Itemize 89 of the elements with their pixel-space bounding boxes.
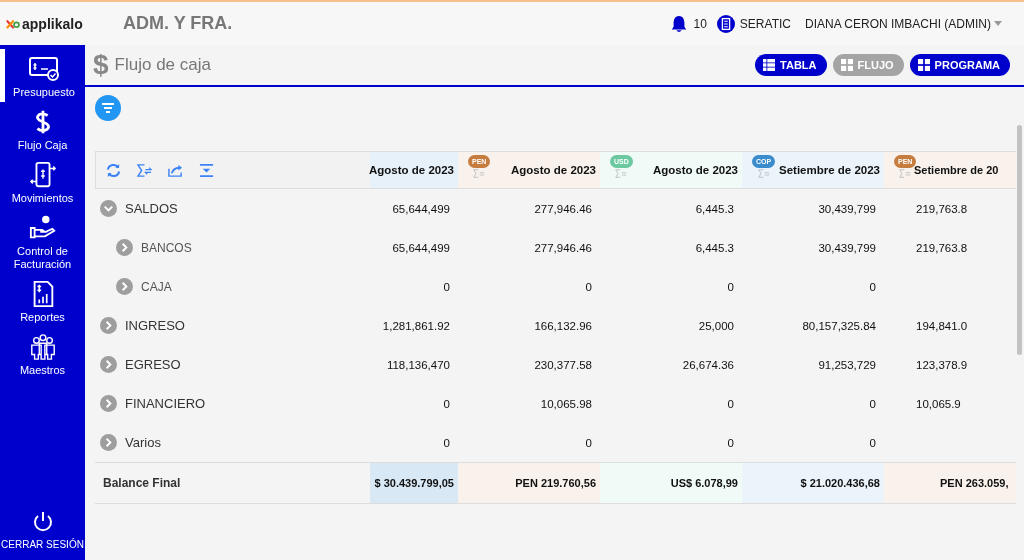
row-label: EGRESO [125, 357, 181, 372]
table-cell: 0 [869, 280, 876, 293]
table-cell: 0 [869, 436, 876, 449]
sidebar-item[interactable]: Reportes [0, 274, 85, 327]
caret-icon [994, 21, 1002, 26]
sidebar-item[interactable]: Movimientos [0, 155, 85, 208]
total-cell: PEN 219.760,56 [458, 463, 600, 503]
table-cell: 118,136,470 [386, 358, 450, 371]
chevron-right-icon[interactable] [100, 317, 117, 334]
row-label: CAJA [141, 279, 172, 294]
chevron-down-icon[interactable] [100, 200, 117, 217]
table-cell: 1,281,861.92 [382, 319, 450, 332]
table-cell: 30,439,799 [818, 202, 876, 215]
sum-convert-icon[interactable] [757, 169, 770, 178]
sidebar-item[interactable]: Maestros [0, 327, 85, 380]
chevron-right-icon[interactable] [116, 239, 133, 256]
total-cell: PEN 263.059, [884, 463, 1016, 503]
table-cell: 80,157,325.84 [802, 319, 876, 332]
table-cell: 0 [443, 397, 450, 410]
brand-name: applikalo [22, 15, 83, 32]
column-header: Agosto de 2023 [370, 151, 458, 189]
company-name: ADM. Y FRA. [123, 13, 233, 34]
table-cell: 0 [727, 397, 734, 410]
table-cell: 65,644,499 [392, 202, 450, 215]
grid-icon [840, 59, 853, 71]
organization-name: SERATIC [739, 16, 791, 31]
chevron-right-icon[interactable] [100, 434, 117, 451]
filter-button[interactable] [95, 95, 121, 121]
list-icon [763, 59, 776, 71]
view-button[interactable]: PROGRAMA [909, 54, 1010, 76]
row-label: SALDOS [125, 201, 178, 216]
table-cell: 230,377.58 [534, 358, 592, 371]
logo-icon [6, 18, 20, 29]
table-cell: 0 [443, 436, 450, 449]
table-cell: 6,445.3 [695, 241, 734, 254]
sum-convert-icon[interactable] [137, 162, 152, 178]
table-cell: 0 [727, 280, 734, 293]
row-label: INGRESO [125, 318, 185, 333]
filter-icon [101, 101, 115, 115]
table-cell: 6,445.3 [695, 202, 734, 215]
building-icon [716, 14, 735, 33]
collapse-icon[interactable] [199, 162, 214, 178]
share-icon[interactable] [168, 162, 183, 178]
refresh-icon[interactable] [106, 162, 121, 178]
table-cell: 0 [585, 436, 592, 449]
total-cell: US$ 6.078,99 [600, 463, 742, 503]
table-cell: 219,763.8 [916, 241, 968, 254]
page-title: Flujo de caja [114, 55, 211, 75]
sum-convert-icon[interactable] [473, 169, 486, 178]
table-cell: 0 [727, 436, 734, 449]
total-cell: $ 21.020.436,68 [742, 463, 884, 503]
footer-label: Balance Final [102, 476, 181, 490]
budget-card-icon [29, 55, 59, 83]
sidebar-item[interactable]: Control de Facturación [0, 208, 85, 274]
table-cell: 10,065.98 [540, 397, 592, 410]
sum-convert-icon[interactable] [899, 169, 912, 178]
table-cell: 0 [585, 280, 592, 293]
table-cell: 277,946.46 [534, 202, 592, 215]
table-cell: 123,378.9 [916, 358, 968, 371]
table-cell: 65,644,499 [392, 241, 450, 254]
grid-icon [917, 59, 930, 71]
row-label: FINANCIERO [125, 396, 206, 411]
table-cell: 25,000 [698, 319, 734, 332]
logout-button[interactable]: CERRAR SESIÓN [0, 506, 85, 554]
notification-count: 10 [693, 16, 707, 31]
row-label: BANCOS [141, 240, 192, 255]
row-label: Varios [125, 435, 161, 450]
chevron-right-icon[interactable] [100, 356, 117, 373]
view-button[interactable]: TABLA [755, 54, 827, 76]
bell-icon[interactable] [669, 13, 688, 34]
table-cell: 91,253,729 [818, 358, 876, 371]
chevron-right-icon[interactable] [116, 278, 133, 295]
user-menu[interactable]: DIANA CERON IMBACHI (ADMIN) [801, 16, 1002, 31]
phone-money-icon [27, 161, 58, 189]
table-cell: 26,674.36 [682, 358, 734, 371]
table-cell: 166,132.96 [534, 319, 592, 332]
table-cell: 30,439,799 [818, 241, 876, 254]
table-cell: 277,946.46 [534, 241, 592, 254]
table-cell: 194,841.0 [916, 319, 968, 332]
sidebar-item[interactable]: Flujo Caja [0, 102, 85, 155]
table-cell: 0 [869, 397, 876, 410]
chevron-right-icon[interactable] [100, 395, 117, 412]
table-cell: 219,763.8 [916, 202, 968, 215]
sum-convert-icon[interactable] [615, 169, 628, 178]
sidebar-item[interactable]: Presupuesto [0, 49, 85, 102]
total-cell: $ 30.439.799,05 [370, 463, 458, 503]
table-cell: 10,065.9 [916, 397, 961, 410]
table-cell: 0 [443, 280, 450, 293]
dollar-sign-icon: $ [93, 49, 109, 81]
